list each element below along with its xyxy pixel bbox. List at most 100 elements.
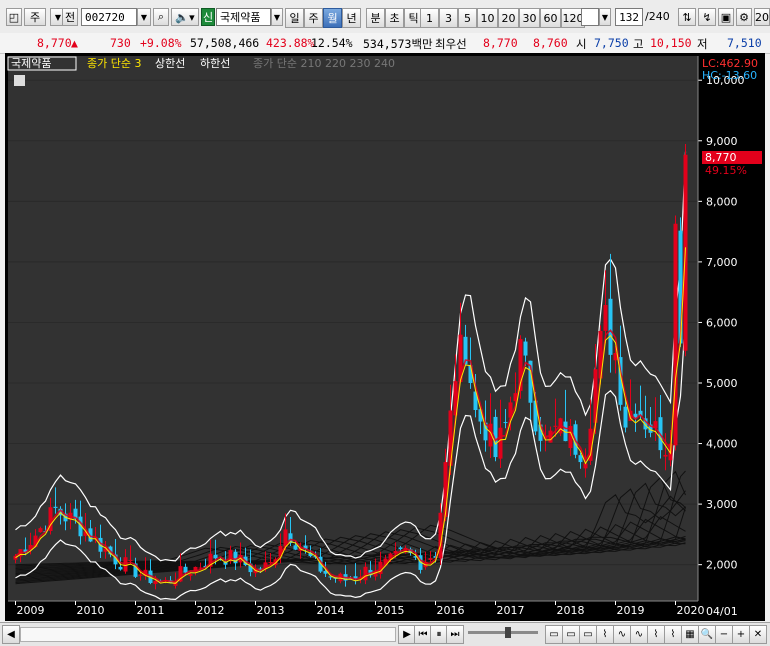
interval-button[interactable]: 3 [439,8,458,28]
x-tick-label: 2011 [137,604,165,617]
candle-body [503,422,508,424]
candle-body [663,454,668,457]
interval-input[interactable] [581,8,599,26]
last-page-icon[interactable]: ⏭ [446,625,464,644]
turnover-rate: 12.54% [311,36,353,50]
cursor-date-label: 04/01 [706,605,738,618]
interval-button[interactable]: 60 [540,8,561,28]
market-type-select[interactable]: 주 [24,8,46,26]
zoom-icon[interactable]: 🔍 [698,625,716,644]
candle-body [138,574,143,576]
draw-tool-icon-6[interactable]: ▦ [681,625,699,644]
zoom-slider-handle[interactable] [505,627,511,638]
candle-body [153,581,158,584]
credit-badge: 신 [201,8,215,26]
prev-button[interactable]: 전 [62,8,78,26]
draw-tool-icon-1[interactable]: ⌇ [596,625,614,644]
name-dropdown-icon[interactable]: ▼ [271,8,283,26]
draw-tool-icon-3[interactable]: ∿ [630,625,648,644]
extra-button[interactable]: 20 [754,8,770,26]
chart-type-icon-3[interactable]: ▭ [579,625,597,644]
zoom-slider[interactable] [468,631,538,634]
cross-line-icon[interactable]: ↯ [698,8,716,26]
candle-body [498,427,503,459]
period-button[interactable]: 분 [366,8,385,28]
count-input[interactable]: 132 [615,8,643,26]
candle-body [623,406,628,428]
candle-body [38,528,43,533]
period-button[interactable]: 주 [304,8,323,28]
toolbar: ◰ 주 ▼ 전 002720 ▼ ⌕ 🔈▾ 신 국제약품 ▼ 일주월년분초틱 1… [0,0,770,34]
period-button[interactable]: 년 [342,8,361,28]
interval-button[interactable]: 10 [477,8,498,28]
candle-body [53,506,58,508]
plus-icon[interactable]: + [732,625,750,644]
candle-body [553,425,558,427]
candle-body [188,574,193,576]
low-label: 저 [697,37,708,51]
interval-button[interactable]: 5 [458,8,477,28]
volume: 57,508,466 [190,36,260,50]
settings-icon[interactable]: ⚙ [736,8,752,26]
speaker-icon[interactable]: 🔈▾ [171,8,199,26]
chart-canvas[interactable]: 2,000 3,000 4,000 5,000 6,000 7,000 8,000 9,000… [5,53,765,621]
volume-ratio: 423.88% [266,36,315,50]
minus-icon[interactable]: − [715,625,733,644]
y-tick-label: 9,000 [706,135,738,148]
horizontal-scrollbar[interactable] [20,627,396,642]
save-icon[interactable]: ▣ [718,8,734,26]
x-tick-label: 2013 [257,604,285,617]
candle-body [183,566,188,573]
search-icon[interactable]: ⌕ [153,8,169,26]
draw-tool-icon-5[interactable]: ⌇ [664,625,682,644]
draw-tool-icon-2[interactable]: ∿ [613,625,631,644]
overlay-chart-icon[interactable]: ⇅ [678,8,696,26]
stock-name-field[interactable]: 국제약품 [216,8,271,26]
interval-dropdown-icon[interactable]: ▼ [599,8,611,26]
y-tick-label: 5,000 [706,377,738,390]
stock-code-input[interactable]: 002720 [81,8,137,26]
scroll-left-icon[interactable]: ◀ [2,625,20,644]
high-label: 고 [633,37,644,51]
x-tick-label: 2020 [677,604,705,617]
chart-type-icon-2[interactable]: ▭ [562,625,580,644]
x-tick-label: 2018 [557,604,585,617]
grid-toggle-icon[interactable] [14,75,25,86]
open-label: 시 [576,37,587,51]
code-dropdown-icon[interactable]: ▼ [137,8,151,26]
up-arrow-icon: ▲ [71,36,78,50]
interval-button[interactable]: 30 [519,8,540,28]
y-tick-label: 2,000 [706,559,738,572]
price-change: 730 [110,36,131,50]
x-tick-label: 2010 [77,604,105,617]
current-price-tag: 8,770 [705,151,737,164]
legend-upper: 상한선 [155,57,185,70]
trade-amount: 534,573백만 [363,37,433,51]
high-price: 10,150 [650,36,692,50]
y-tick-label: 4,000 [706,438,738,451]
period-button[interactable]: 일 [285,8,304,28]
candle-body [398,547,403,550]
legend-long-ma: 종가 단순 210 220 230 240 [253,57,395,70]
candle-body [523,341,528,356]
chart-type-icon-1[interactable]: ▭ [545,625,563,644]
chart-menu-icon[interactable]: ◰ [6,8,22,26]
x-tick-label: 2014 [317,604,345,617]
hc-label: HC:-13.60 [702,69,757,82]
candle-body [213,554,218,559]
x-tick-label: 2012 [197,604,225,617]
period-button[interactable]: 월 [323,8,342,28]
price-chart[interactable]: 2,000 3,000 4,000 5,000 6,000 7,000 8,000 9,000… [5,53,765,621]
draw-tool-icon-4[interactable]: ⌇ [647,625,665,644]
x-tick-label: 2016 [437,604,465,617]
y-tick-label: 3,000 [706,498,738,511]
legend-stock-name: 국제약품 [11,56,51,70]
interval-button[interactable]: 1 [420,8,439,28]
current-pct-tag: 49.15% [705,164,747,177]
x-tick-label: 2019 [617,604,645,617]
low-price: 7,510 [727,36,762,50]
period-button[interactable]: 초 [385,8,404,28]
crosshair-icon[interactable]: ✕ [749,625,767,644]
current-price: 8,770 [37,36,72,50]
interval-button[interactable]: 20 [498,8,519,28]
